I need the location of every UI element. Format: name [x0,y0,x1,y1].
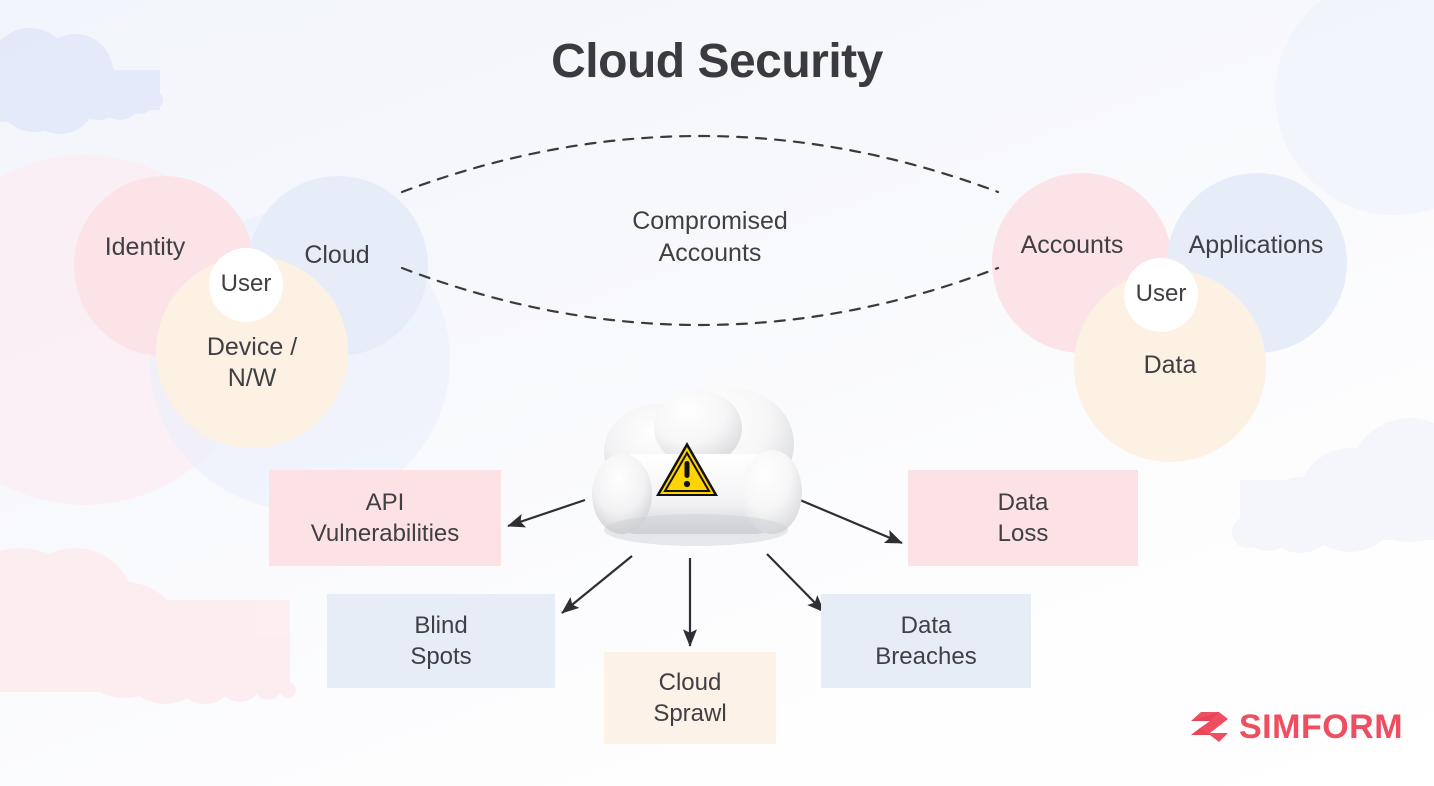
cloud-warning-icon [592,388,802,546]
risk-box-data-breaches[interactable]: Data Breaches [821,594,1031,688]
risk-box-data-loss[interactable]: Data Loss [908,470,1138,566]
simform-logo-text: SIMFORM [1239,707,1404,746]
risk-box-api-vulnerabilities[interactable]: API Vulnerabilities [269,470,501,566]
arrow-data-loss [799,498,903,545]
risk-box-cloud-sprawl[interactable]: Cloud Sprawl [604,652,776,744]
arrow-api-vulnerabilities [507,498,586,528]
risk-box-blind-spots[interactable]: Blind Spots [327,594,555,688]
simform-logo-mark [1191,712,1228,742]
simform-logo: SIMFORM [1188,706,1403,748]
diagram-canvas: Cloud Security Identity Cloud Device / N… [0,0,1434,786]
arrow-blind-spots [561,555,633,614]
